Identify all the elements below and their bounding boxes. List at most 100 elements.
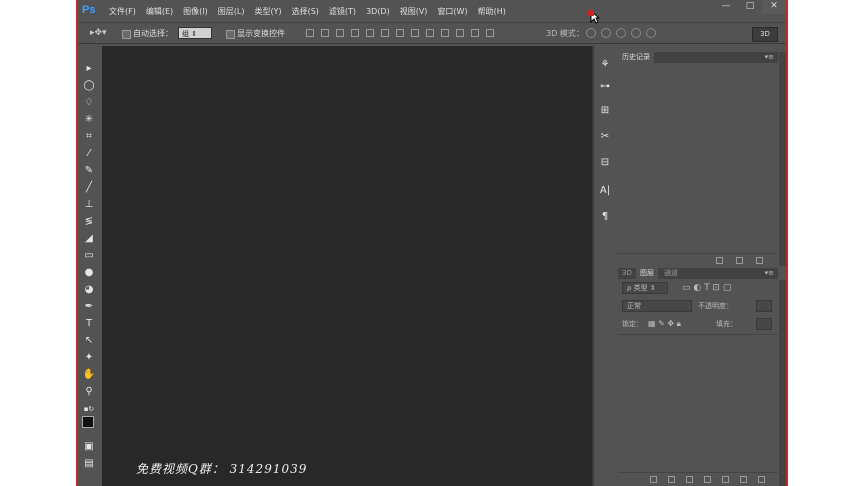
drag-3d-icon[interactable] [616, 28, 626, 38]
history-panel: 历史记录 ▾≡ [618, 52, 778, 267]
new-layer-icon[interactable] [740, 476, 747, 483]
auto-select-value: 组 [182, 30, 189, 38]
quick-mask-icon[interactable]: ▣ [82, 440, 96, 454]
history-scrollbar[interactable] [779, 52, 786, 266]
menu-view[interactable]: 视图(V) [395, 6, 433, 17]
paragraph-icon[interactable]: ¶ [598, 210, 612, 224]
mode-3d-label: 3D 模式： [546, 29, 584, 38]
distribute-vcenter-icon[interactable] [411, 29, 419, 37]
distribute-hcenter-icon[interactable] [456, 29, 464, 37]
distribute-top-icon[interactable] [396, 29, 404, 37]
move-tool-icon[interactable]: ▸ [82, 62, 96, 76]
distribute-bottom-icon[interactable] [426, 29, 434, 37]
distribute-right-icon[interactable] [471, 29, 479, 37]
new-document-from-state-icon[interactable] [716, 257, 723, 264]
opacity-field[interactable] [756, 300, 772, 312]
menu-image[interactable]: 图像(I) [178, 6, 213, 17]
hand-tool-icon[interactable]: ✋ [82, 368, 96, 382]
blend-mode-dropdown[interactable]: 正常 [622, 300, 692, 312]
tools-settings-icon[interactable]: ✂ [598, 130, 612, 144]
align-left-icon[interactable] [351, 29, 359, 37]
delete-layer-icon[interactable] [758, 476, 765, 483]
layers-list[interactable] [618, 334, 778, 475]
adjustment-layer-icon[interactable] [704, 476, 711, 483]
align-top-icon[interactable] [306, 29, 314, 37]
healing-brush-icon[interactable]: ✎ [82, 164, 96, 178]
menu-layer[interactable]: 图层(L) [213, 6, 250, 17]
align-vcenter-icon[interactable] [321, 29, 329, 37]
screen-mode-icon[interactable]: ▤ [82, 457, 96, 471]
layer-filter-dropdown[interactable]: ρ 类型 ⇕ [622, 282, 668, 294]
layer-mask-icon[interactable] [686, 476, 693, 483]
shape-tool-icon[interactable]: ✦ [82, 351, 96, 365]
fill-field[interactable] [756, 318, 772, 330]
workspace-3d-button[interactable]: 3D [752, 27, 778, 42]
magic-wand-icon[interactable]: ✳ [82, 113, 96, 127]
slide-3d-icon[interactable] [631, 28, 641, 38]
panel-menu-icon[interactable]: ▾≡ [765, 268, 774, 279]
opacity-label: 不透明度： [698, 302, 733, 310]
properties-icon[interactable]: ⊟ [598, 156, 612, 170]
gradient-tool-icon[interactable]: ▭ [82, 249, 96, 263]
align-right-icon[interactable] [381, 29, 389, 37]
eyedropper-icon[interactable]: ⁄ [82, 147, 96, 161]
tab-layers[interactable]: 图层 [636, 268, 658, 279]
align-hcenter-icon[interactable] [366, 29, 374, 37]
foreground-color-swatch[interactable] [82, 416, 94, 428]
default-colors-icon[interactable]: ▪↻ [82, 402, 96, 416]
layers-scrollbar[interactable] [779, 280, 786, 486]
history-brush-icon[interactable]: ≶ [82, 215, 96, 229]
menu-select[interactable]: 选择(S) [287, 6, 324, 17]
photoshop-window: Ps 文件(F) 编辑(E) 图像(I) 图层(L) 类型(Y) 选择(S) 滤… [76, 0, 788, 486]
minimize-button[interactable]: — [714, 0, 738, 14]
layer-style-icon[interactable] [668, 476, 675, 483]
character-icon[interactable]: A| [598, 184, 612, 198]
scale-3d-icon[interactable] [646, 28, 656, 38]
tab-3d[interactable]: 3D [618, 268, 636, 279]
tab-history[interactable]: 历史记录 [618, 52, 654, 63]
type-tool-icon[interactable]: T [82, 317, 96, 331]
filter-type-icons[interactable]: ▭ ◐ T ⊡ ▢ [682, 282, 731, 294]
marquee-tool-icon[interactable]: ◯ [82, 79, 96, 93]
roll-3d-icon[interactable] [601, 28, 611, 38]
pen-tool-icon[interactable]: ✒ [82, 300, 96, 314]
auto-align-icon[interactable] [486, 29, 494, 37]
brush-tool-icon[interactable]: ╱ [82, 181, 96, 195]
brush-presets-icon[interactable]: ⚘ [598, 58, 612, 72]
menu-filter[interactable]: 滤镜(T) [324, 6, 361, 17]
auto-select-dropdown[interactable]: 组 ⇕ [178, 27, 212, 39]
close-button[interactable]: ✕ [762, 0, 786, 14]
tool-presets-icon[interactable]: ⊶ [598, 80, 612, 94]
clone-stamp-icon[interactable]: ⊥ [82, 198, 96, 212]
distribute-left-icon[interactable] [441, 29, 449, 37]
menu-window[interactable]: 窗口(W) [432, 6, 472, 17]
blur-tool-icon[interactable]: ● [82, 266, 96, 280]
menu-type[interactable]: 类型(Y) [249, 6, 286, 17]
orbit-3d-icon[interactable] [586, 28, 596, 38]
zoom-tool-icon[interactable]: ⚲ [82, 385, 96, 399]
snapshot-icon[interactable] [736, 257, 743, 264]
maximize-button[interactable]: □ [738, 0, 762, 14]
dodge-tool-icon[interactable]: ◕ [82, 283, 96, 297]
document-canvas[interactable] [102, 46, 592, 486]
crop-tool-icon[interactable]: ⌗ [82, 130, 96, 144]
trash-icon[interactable] [756, 257, 763, 264]
lasso-tool-icon[interactable]: ♢ [82, 96, 96, 110]
menu-file[interactable]: 文件(F) [104, 6, 141, 17]
align-bottom-icon[interactable] [336, 29, 344, 37]
menu-3d[interactable]: 3D(D) [361, 7, 395, 16]
eraser-icon[interactable]: ◢ [82, 232, 96, 246]
menu-edit[interactable]: 编辑(E) [141, 6, 178, 17]
path-selection-icon[interactable]: ↖ [82, 334, 96, 348]
clone-source-icon[interactable]: ⊞ [598, 104, 612, 118]
panel-menu-icon[interactable]: ▾≡ [765, 52, 774, 63]
new-group-icon[interactable] [722, 476, 729, 483]
lock-icons[interactable]: ▦ ✎ ✥ 🔒︎ [648, 318, 681, 330]
show-transform-checkbox[interactable] [226, 30, 235, 39]
move-tool-preset-icon[interactable]: ▸✥▾ [90, 28, 107, 38]
link-layers-icon[interactable] [650, 476, 657, 483]
layers-panel: 3D 图层 通道 ▾≡ ρ 类型 ⇕ ▭ ◐ T ⊡ ▢ 正常 不透明度： 锁定… [618, 268, 778, 486]
menu-help[interactable]: 帮助(H) [473, 6, 511, 17]
tab-channels[interactable]: 通道 [660, 268, 682, 279]
auto-select-checkbox[interactable] [122, 30, 131, 39]
